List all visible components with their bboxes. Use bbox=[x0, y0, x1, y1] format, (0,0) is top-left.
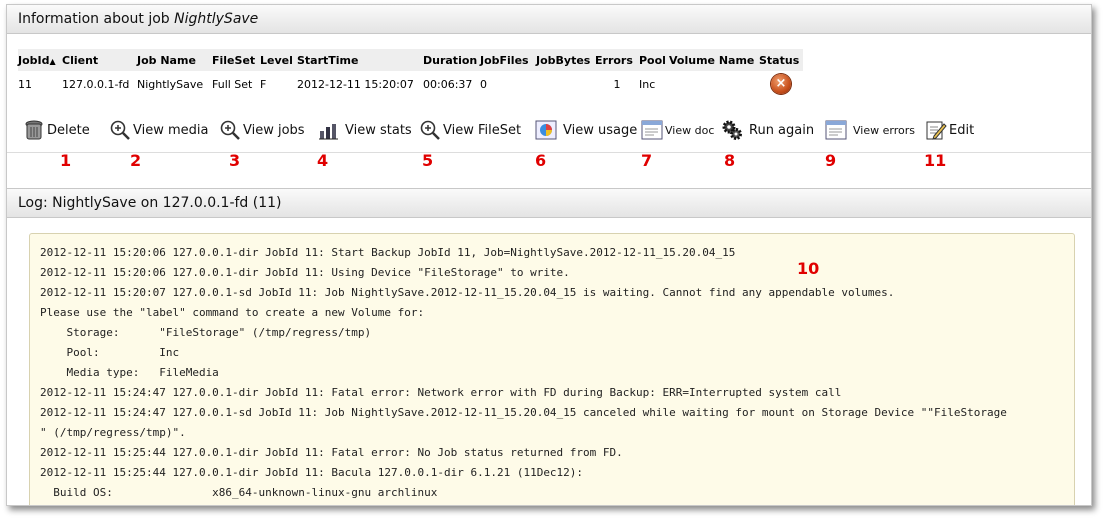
view-stats-label: View stats bbox=[345, 122, 412, 138]
log-line: 2012-12-11 15:24:47 127.0.0.1-dir JobId … bbox=[40, 386, 842, 399]
edit-button[interactable]: Edit bbox=[925, 117, 974, 143]
chart-icon bbox=[317, 119, 339, 141]
job-table: JobId▲ Client Job Name FileSet Level Sta… bbox=[18, 49, 803, 97]
cell-fileset: Full Set bbox=[212, 77, 253, 91]
log-line: 2012-12-11 15:25:44 127.0.0.1-dir JobId … bbox=[40, 446, 623, 459]
zoom-icon bbox=[109, 119, 131, 141]
view-doc-button[interactable]: View doc bbox=[641, 117, 714, 143]
zoom-icon bbox=[419, 119, 441, 141]
log-line: 2012-12-11 15:20:06 127.0.0.1-dir JobId … bbox=[40, 266, 570, 279]
cell-client: 127.0.0.1-fd bbox=[62, 77, 130, 91]
job-info-name: NightlySave bbox=[174, 11, 259, 27]
trash-icon bbox=[23, 119, 45, 141]
view-doc-label: View doc bbox=[665, 123, 715, 137]
doc-icon bbox=[641, 119, 663, 141]
marker-10: 10 bbox=[797, 259, 820, 278]
log-line: Please use the "label" command to create… bbox=[40, 306, 425, 319]
marker-6: 6 bbox=[535, 151, 547, 170]
cell-jobid: 11 bbox=[18, 77, 32, 91]
cell-errors: 1 bbox=[613, 77, 621, 91]
marker-9: 9 bbox=[825, 151, 837, 170]
cell-volume-name bbox=[669, 71, 759, 97]
view-jobs-button[interactable]: View jobs bbox=[219, 117, 305, 143]
marker-5: 5 bbox=[422, 151, 434, 170]
col-status[interactable]: Status bbox=[759, 49, 803, 71]
error-icon: × bbox=[771, 74, 791, 94]
col-errors[interactable]: Errors bbox=[595, 49, 639, 71]
col-level[interactable]: Level bbox=[260, 49, 297, 71]
run-again-button[interactable]: Run again bbox=[721, 117, 814, 143]
view-fileset-button[interactable]: View FileSet bbox=[419, 117, 521, 143]
job-table-header: JobId▲ Client Job Name FileSet Level Sta… bbox=[18, 49, 803, 71]
log-line: Storage: "FileStorage" (/tmp/regress/tmp… bbox=[40, 326, 372, 339]
view-stats-button[interactable]: View stats bbox=[317, 117, 412, 143]
table-row[interactable]: 11 127.0.0.1-fd NightlySave Full Set F 2… bbox=[18, 71, 803, 97]
doc-icon bbox=[825, 119, 847, 141]
marker-1: 1 bbox=[60, 151, 72, 170]
view-media-label: View media bbox=[133, 122, 209, 138]
edit-icon bbox=[925, 119, 947, 141]
log-header: Log: NightlySave on 127.0.0.1-fd (11) bbox=[7, 188, 1091, 218]
job-info-title: Information about job bbox=[18, 11, 175, 27]
cell-pool: Inc bbox=[639, 77, 656, 91]
col-pool[interactable]: Pool bbox=[639, 49, 669, 71]
log-line: Build OS: x86_64-unknown-linux-gnu archl… bbox=[40, 486, 438, 499]
col-fileset[interactable]: FileSet bbox=[212, 49, 260, 71]
cell-starttime: 2012-12-11 15:20:07 bbox=[297, 77, 414, 91]
cell-jobbytes bbox=[536, 71, 595, 97]
log-line: 2012-12-11 15:25:44 127.0.0.1-dir JobId … bbox=[40, 466, 584, 479]
cell-duration: 00:06:37 bbox=[423, 77, 473, 91]
log-line: Media type: FileMedia bbox=[40, 366, 219, 379]
log-line: Pool: Inc bbox=[40, 346, 180, 359]
job-table-container: JobId▲ Client Job Name FileSet Level Sta… bbox=[18, 49, 803, 97]
col-duration[interactable]: Duration bbox=[423, 49, 480, 71]
marker-7: 7 bbox=[641, 151, 653, 170]
run-again-label: Run again bbox=[749, 122, 815, 138]
marker-4: 4 bbox=[317, 151, 329, 170]
view-fileset-label: View FileSet bbox=[443, 122, 522, 138]
col-job-name[interactable]: Job Name bbox=[137, 49, 212, 71]
col-starttime[interactable]: StartTime bbox=[297, 49, 423, 71]
view-usage-button[interactable]: View usage bbox=[535, 117, 637, 143]
log-line: 2012-12-11 15:20:07 127.0.0.1-sd JobId 1… bbox=[40, 286, 895, 299]
view-usage-label: View usage bbox=[563, 122, 638, 138]
view-errors-label: View errors bbox=[853, 123, 915, 137]
zoom-icon bbox=[219, 119, 241, 141]
cell-level: F bbox=[260, 77, 267, 91]
sort-asc-icon: ▲ bbox=[49, 56, 56, 66]
view-media-button[interactable]: View media bbox=[109, 117, 208, 143]
view-jobs-label: View jobs bbox=[243, 122, 305, 138]
marker-3: 3 bbox=[229, 151, 241, 170]
log-title: Log: NightlySave on 127.0.0.1-fd (11) bbox=[18, 195, 282, 211]
cell-job-name: NightlySave bbox=[137, 77, 204, 91]
cell-jobfiles: 0 bbox=[480, 77, 487, 91]
log-line: 2012-12-11 15:24:47 127.0.0.1-sd JobId 1… bbox=[40, 406, 1007, 419]
view-errors-button[interactable]: View errors bbox=[825, 117, 915, 143]
log-output: 2012-12-11 15:20:06 127.0.0.1-dir JobId … bbox=[29, 233, 1075, 505]
marker-8: 8 bbox=[724, 151, 736, 170]
cell-status: × bbox=[759, 71, 803, 97]
col-jobfiles[interactable]: JobFiles bbox=[480, 49, 536, 71]
job-info-header: Information about job NightlySave bbox=[7, 5, 1091, 34]
log-line: 2012-12-11 15:20:06 127.0.0.1-dir JobId … bbox=[40, 246, 736, 259]
marker-2: 2 bbox=[130, 151, 142, 170]
edit-label: Edit bbox=[949, 122, 975, 138]
job-info-panel: Information about job NightlySave JobId▲… bbox=[6, 4, 1092, 506]
col-volume-name[interactable]: Volume Name bbox=[669, 49, 759, 71]
delete-button[interactable]: Delete bbox=[23, 117, 90, 143]
col-client[interactable]: Client bbox=[62, 49, 137, 71]
delete-label: Delete bbox=[47, 122, 90, 138]
gears-icon bbox=[721, 119, 743, 141]
marker-11: 11 bbox=[924, 151, 947, 170]
log-line: " (/tmp/regress/tmp)". bbox=[40, 426, 186, 439]
col-jobbytes[interactable]: JobBytes bbox=[536, 49, 595, 71]
pie-icon bbox=[535, 119, 557, 141]
divider bbox=[7, 152, 1091, 153]
col-jobid[interactable]: JobId▲ bbox=[18, 49, 62, 71]
